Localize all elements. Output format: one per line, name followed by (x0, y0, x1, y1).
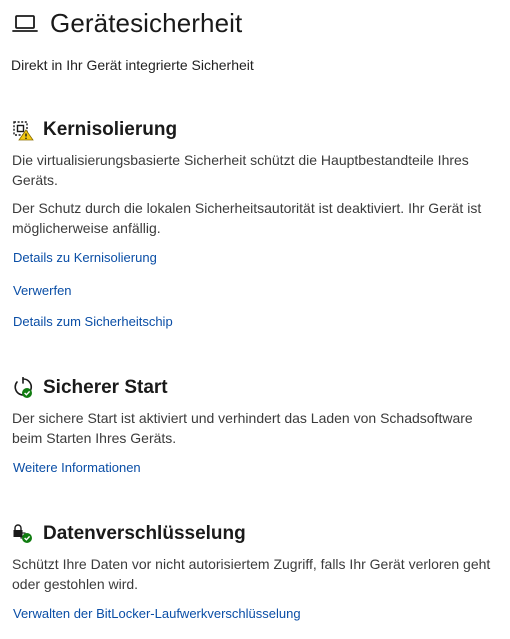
secure-boot-section: Sicherer Start Der sichere Start ist akt… (12, 375, 502, 475)
page-title: Gerätesicherheit (50, 8, 243, 38)
dismiss-link[interactable]: Verwerfen (13, 283, 72, 298)
core-isolation-details-link[interactable]: Details zu Kernisolierung (13, 250, 157, 265)
core-isolation-warning-icon (12, 119, 34, 141)
core-isolation-section: Kernisolierung Die virtualisierungsbasie… (12, 117, 502, 329)
lock-check-icon (12, 523, 34, 545)
more-info-link[interactable]: Weitere Informationen (13, 460, 141, 475)
secure-boot-title: Sicherer Start (43, 377, 168, 398)
page-header: Gerätesicherheit (12, 8, 242, 39)
manage-bitlocker-link[interactable]: Verwalten der BitLocker-Laufwerkverschlü… (13, 606, 301, 621)
page-subtitle: Direkt in Ihr Gerät integrierte Sicherhe… (11, 57, 254, 73)
laptop-icon (12, 13, 38, 35)
core-isolation-title: Kernisolierung (43, 119, 178, 140)
security-chip-details-link[interactable]: Details zum Sicherheitschip (13, 314, 173, 329)
encryption-title: Datenverschlüsselung (43, 523, 246, 544)
core-isolation-warning-text: Der Schutz durch die lokalen Sicherheits… (12, 200, 482, 236)
encryption-section: Datenverschlüsselung Schützt Ihre Daten … (12, 521, 502, 621)
secure-boot-description: Der sichere Start ist aktiviert und verh… (12, 410, 473, 446)
encryption-description: Schützt Ihre Daten vor nicht autorisiert… (12, 556, 491, 592)
secure-boot-check-icon (12, 377, 34, 399)
core-isolation-description: Die virtualisierungsbasierte Sicherheit … (12, 152, 469, 188)
